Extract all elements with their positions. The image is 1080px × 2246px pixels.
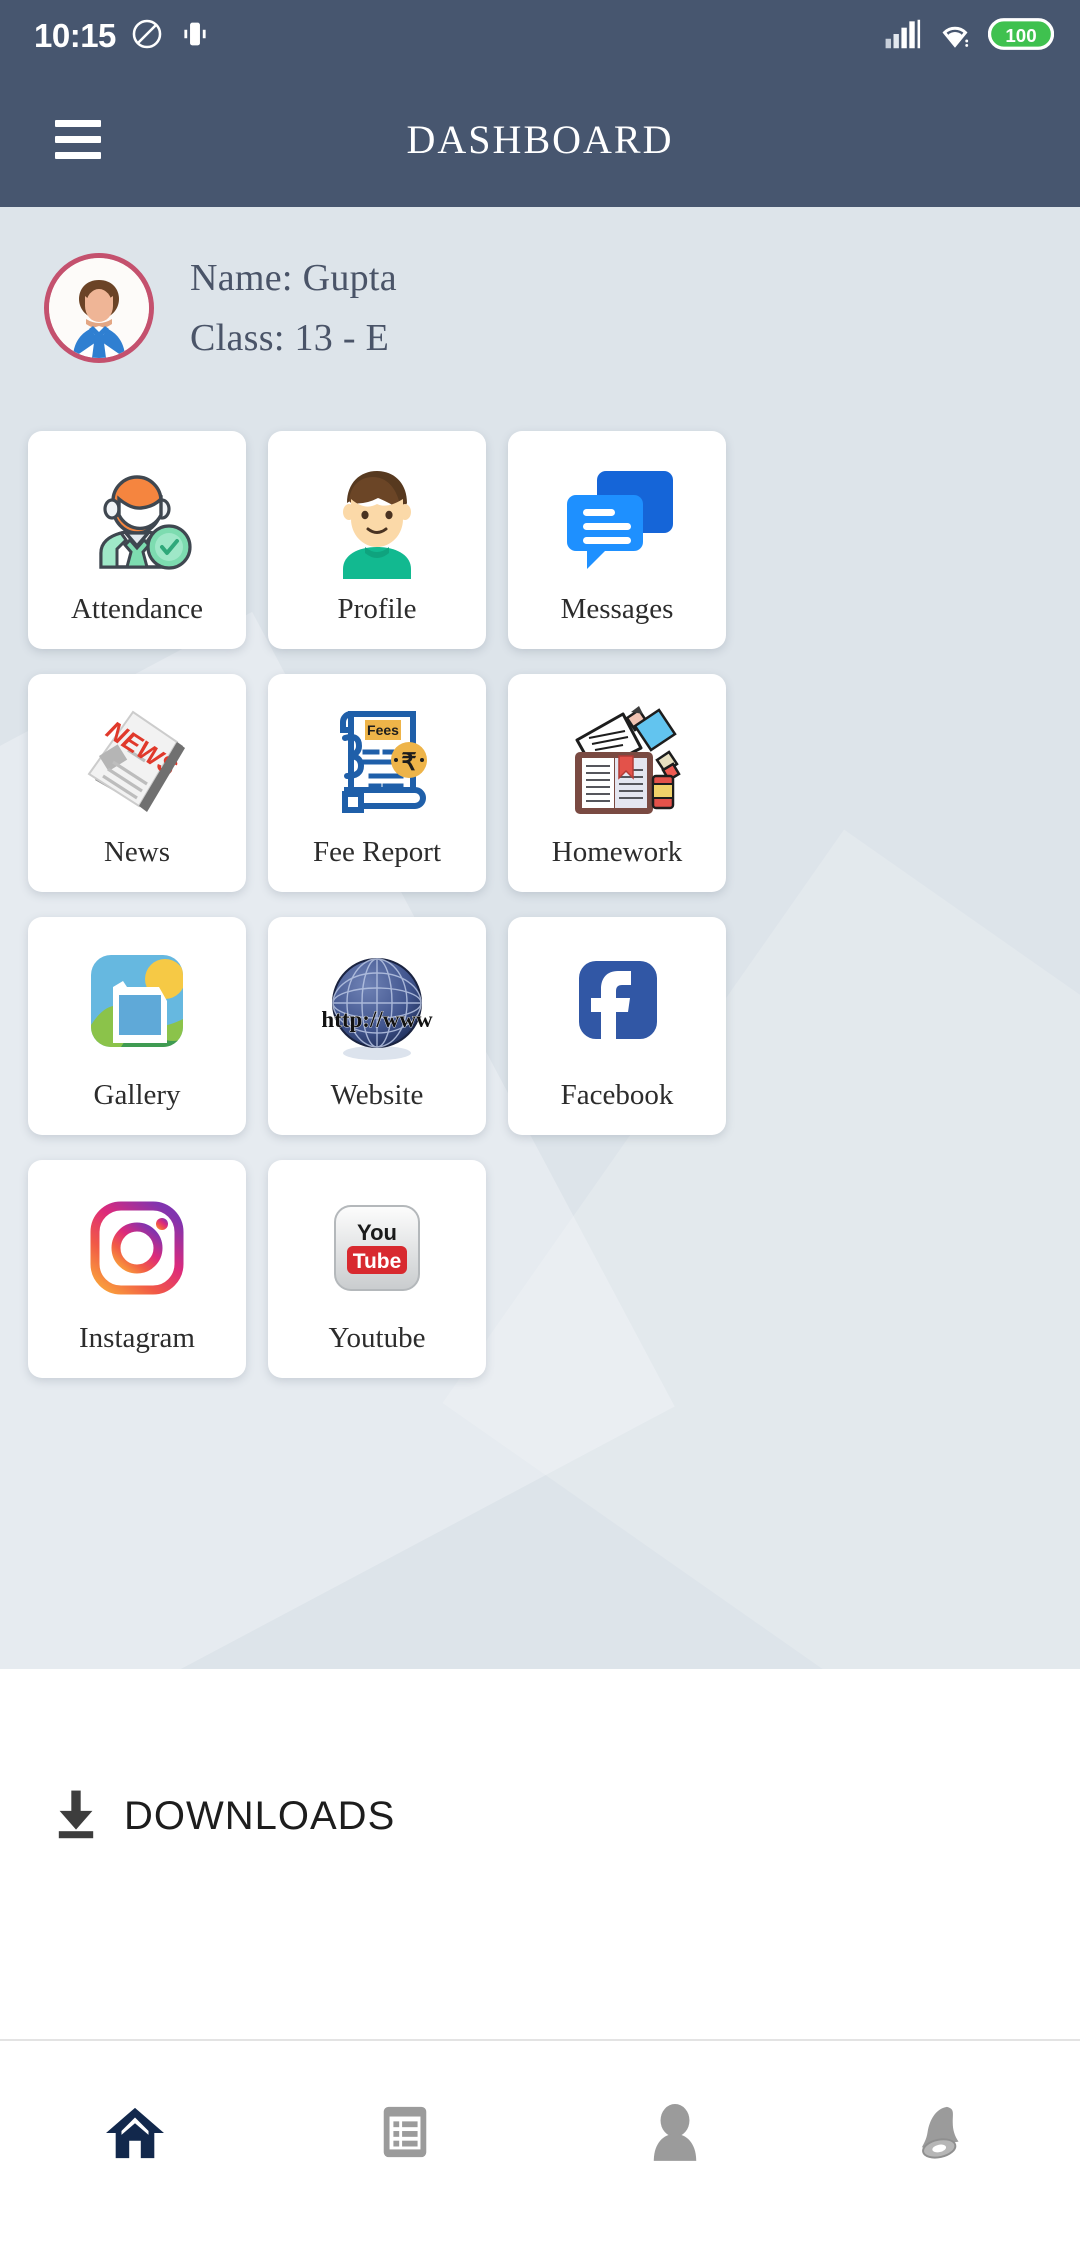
profile-summary[interactable]: Name: Gupta Class: 13 - E <box>0 207 1080 363</box>
svg-text:₹: ₹ <box>401 749 416 776</box>
dashboard-content: Name: Gupta Class: 13 - E Attendance Pro… <box>0 207 1080 2039</box>
menu-bar-1 <box>55 120 101 127</box>
facebook-icon <box>542 935 692 1075</box>
tile-fee-report[interactable]: Fees ₹ Fee Report <box>268 674 486 892</box>
homework-icon <box>542 692 692 832</box>
tile-youtube[interactable]: You Tube Youtube <box>268 1160 486 1378</box>
downloads-label: DOWNLOADS <box>124 1794 396 1838</box>
gallery-icon <box>62 935 212 1075</box>
tile-label: Messages <box>560 593 674 625</box>
svg-text:100: 100 <box>1005 24 1036 45</box>
menu-bar-3 <box>55 152 101 159</box>
tile-label: Youtube <box>328 1322 426 1354</box>
tile-website[interactable]: http://www Website <box>268 917 486 1135</box>
nav-item-home[interactable] <box>0 2089 270 2179</box>
svg-text:Fees: Fees <box>367 722 399 738</box>
avatar[interactable] <box>44 253 154 363</box>
svg-text:You: You <box>357 1220 397 1245</box>
downloads-button[interactable]: DOWNLOADS <box>0 1669 1080 1844</box>
tile-label: News <box>103 836 171 868</box>
vibrate-mode-icon <box>178 17 212 56</box>
tile-facebook[interactable]: Facebook <box>508 917 726 1135</box>
tile-label: Facebook <box>560 1079 674 1111</box>
attendance-icon <box>62 449 212 589</box>
youtube-icon: You Tube <box>302 1178 452 1318</box>
profile-icon <box>302 449 452 589</box>
person-icon <box>648 2103 702 2166</box>
app-bar: DASHBOARD <box>0 72 1080 207</box>
tile-gallery[interactable]: Gallery <box>28 917 246 1135</box>
messages-icon <box>542 449 692 589</box>
profile-class: Class: 13 - E <box>190 317 390 359</box>
tile-label: Fee Report <box>312 836 442 868</box>
tile-label: Instagram <box>79 1322 195 1354</box>
battery-icon: 100 <box>987 16 1055 57</box>
profile-name: Name: Gupta <box>190 257 397 299</box>
bell-icon <box>916 2103 974 2166</box>
list-icon <box>376 2103 434 2166</box>
fee-report-icon: Fees ₹ <box>302 692 452 832</box>
tile-news[interactable]: NEWS News <box>28 674 246 892</box>
nav-item-list[interactable] <box>270 2089 540 2179</box>
do-not-disturb-icon <box>130 17 164 56</box>
tile-grid: Attendance Profile Messages NEWS News Fe… <box>0 363 1080 1378</box>
status-bar-left: 10:15 <box>34 17 212 56</box>
status-bar-right: 100 <box>884 16 1055 57</box>
nav-item-account[interactable] <box>540 2089 810 2179</box>
bottom-nav <box>0 2039 1080 2246</box>
home-icon <box>104 2104 166 2165</box>
tile-label: Homework <box>551 836 683 868</box>
signal-bars-icon <box>884 18 922 55</box>
tile-attendance[interactable]: Attendance <box>28 431 246 649</box>
status-time: 10:15 <box>34 17 116 54</box>
svg-text:Tube: Tube <box>353 1250 402 1273</box>
status-bar: 10:15 100 <box>0 0 1080 72</box>
svg-text:http://www: http://www <box>321 1007 433 1032</box>
tile-messages[interactable]: Messages <box>508 431 726 649</box>
tile-instagram[interactable]: Instagram <box>28 1160 246 1378</box>
instagram-icon <box>62 1178 212 1318</box>
website-icon: http://www <box>302 935 452 1075</box>
page-title: DASHBOARD <box>406 117 674 162</box>
tile-label: Website <box>330 1079 424 1111</box>
menu-bar-2 <box>55 136 101 143</box>
wifi-icon <box>936 18 974 55</box>
profile-text: Name: Gupta Class: 13 - E <box>190 256 397 360</box>
news-icon: NEWS <box>62 692 212 832</box>
tile-homework[interactable]: Homework <box>508 674 726 892</box>
tile-label: Gallery <box>93 1079 181 1111</box>
tile-label: Attendance <box>70 593 204 625</box>
download-arrow-icon <box>54 1789 98 1844</box>
downloads-section: DOWNLOADS <box>0 1669 1080 2039</box>
tile-profile[interactable]: Profile <box>268 431 486 649</box>
hamburger-menu-icon[interactable] <box>30 92 126 188</box>
nav-item-notifications[interactable] <box>810 2089 1080 2179</box>
tile-label: Profile <box>337 593 417 625</box>
